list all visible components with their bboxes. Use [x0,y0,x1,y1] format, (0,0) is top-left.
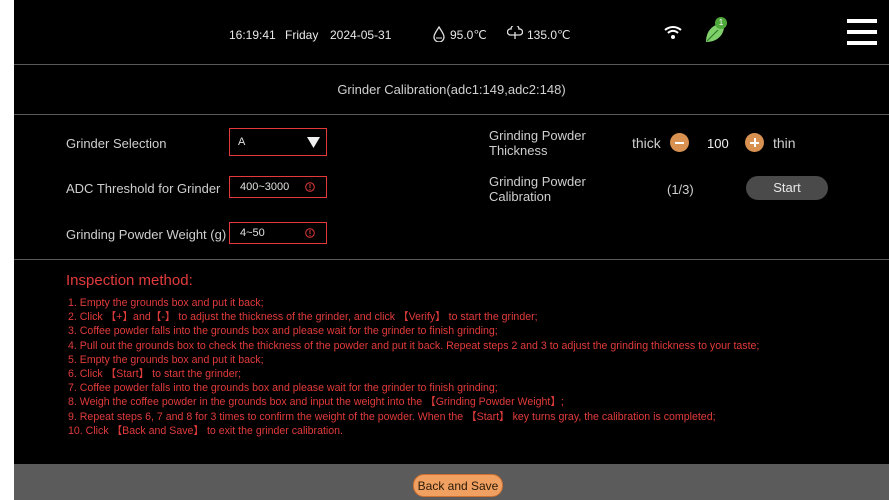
inspection-steps: 1. Empty the grounds box and put it back… [68,296,759,438]
calibration-label-line2: Calibration [489,189,552,204]
clock-time: 16:19:41 [229,28,276,42]
inspection-step: 10. Click 【Back and Save】 to exit the gr… [68,424,343,437]
inspection-step: 7. Coffee powder falls into the grounds … [68,382,498,395]
divider [14,114,889,115]
notification-badge: 1 [715,17,727,29]
adc-threshold-input[interactable]: 400~3000 [229,176,327,198]
calibration-label-line1: Grinding Powder [489,174,586,189]
info-icon [305,182,315,195]
decrease-thickness-button[interactable] [670,133,689,152]
menu-icon[interactable] [847,18,877,51]
weekday: Friday [285,28,319,42]
thickness-label-line1: Grinding Powder [489,128,586,143]
back-and-save-button[interactable]: Back and Save [413,474,503,497]
start-button[interactable]: Start [746,176,828,200]
powder-weight-input[interactable]: 4~50 [229,222,327,244]
chevron-down-icon [307,137,320,151]
info-icon [305,228,315,241]
grinder-selection-value: A [238,136,246,148]
thickness-label-line2: Thickness [489,143,548,158]
water-drop-icon [432,25,446,47]
adc-threshold-label: ADC Threshold for Grinder [66,181,221,196]
steam-icon [506,24,524,45]
inspection-title: Inspection method: [66,272,193,289]
steam-temp: 135.0℃ [527,28,571,42]
calibration-label: Grinding Powder Calibration [489,174,586,204]
minus-icon [675,141,684,144]
inspection-step: 3. Coffee powder falls into the grounds … [68,325,498,338]
inspection-step: 2. Click 【+】and【-】 to adjust the thickne… [68,311,538,324]
status-bar: 16:19:41 Friday 2024-05-31 95.0℃ 135.0℃ [14,0,889,65]
increase-thickness-button[interactable] [745,133,764,152]
inspection-step: 8. Weigh the coffee powder in the ground… [68,396,564,409]
thin-label: thin [773,135,796,151]
date: 2024-05-31 [330,28,392,42]
grinder-selection-dropdown[interactable]: A [229,128,327,156]
divider [14,259,889,260]
powder-weight-label: Grinding Powder Weight (g) [66,227,227,242]
inspection-step: 1. Empty the grounds box and put it back… [68,297,264,309]
thickness-label: Grinding Powder Thickness [489,128,586,158]
adc-threshold-placeholder: 400~3000 [240,181,290,193]
thickness-value: 100 [707,136,729,151]
plus-icon-vertical [753,138,756,147]
calibration-progress: (1/3) [667,182,694,197]
app-screen: 16:19:41 Friday 2024-05-31 95.0℃ 135.0℃ [14,0,889,500]
grinder-selection-label: Grinder Selection [66,136,167,151]
boiler-temp: 95.0℃ [450,28,487,42]
inspection-step: 6. Click 【Start】 to start the grinder; [68,367,242,380]
inspection-step: 9. Repeat steps 6, 7 and 8 for 3 times t… [68,410,716,423]
page-title: Grinder Calibration(adc1:149,adc2:148) [337,82,566,97]
wifi-icon[interactable] [664,24,682,45]
inspection-step: 5. Empty the grounds box and put it back… [68,353,264,366]
inspection-step: 4. Pull out the grounds box to check the… [68,339,760,352]
powder-weight-placeholder: 4~50 [240,227,265,239]
thick-label: thick [632,135,661,151]
